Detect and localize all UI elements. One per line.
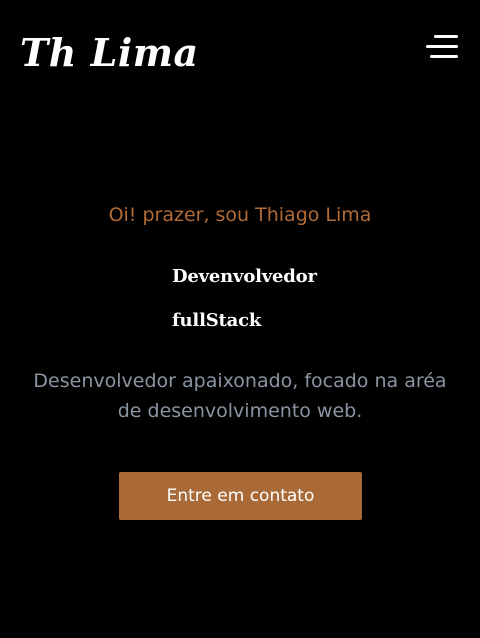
- contact-button[interactable]: Entre em contato: [119, 472, 362, 520]
- menu-line-bottom: [430, 55, 458, 58]
- menu-line-middle: [426, 45, 458, 48]
- hero-greeting: Oi! prazer, sou Thiago Lima: [108, 204, 372, 226]
- hero-role-line-2: fullStack: [172, 310, 262, 331]
- hero-role-line-1: Devenvolvedor: [172, 266, 317, 287]
- hero-description: Desenvolvedor apaixonado, focado na aréa…: [33, 370, 447, 422]
- hamburger-menu-icon[interactable]: [426, 34, 458, 60]
- site-logo[interactable]: Th Lima: [20, 34, 199, 72]
- menu-line-top: [434, 35, 458, 38]
